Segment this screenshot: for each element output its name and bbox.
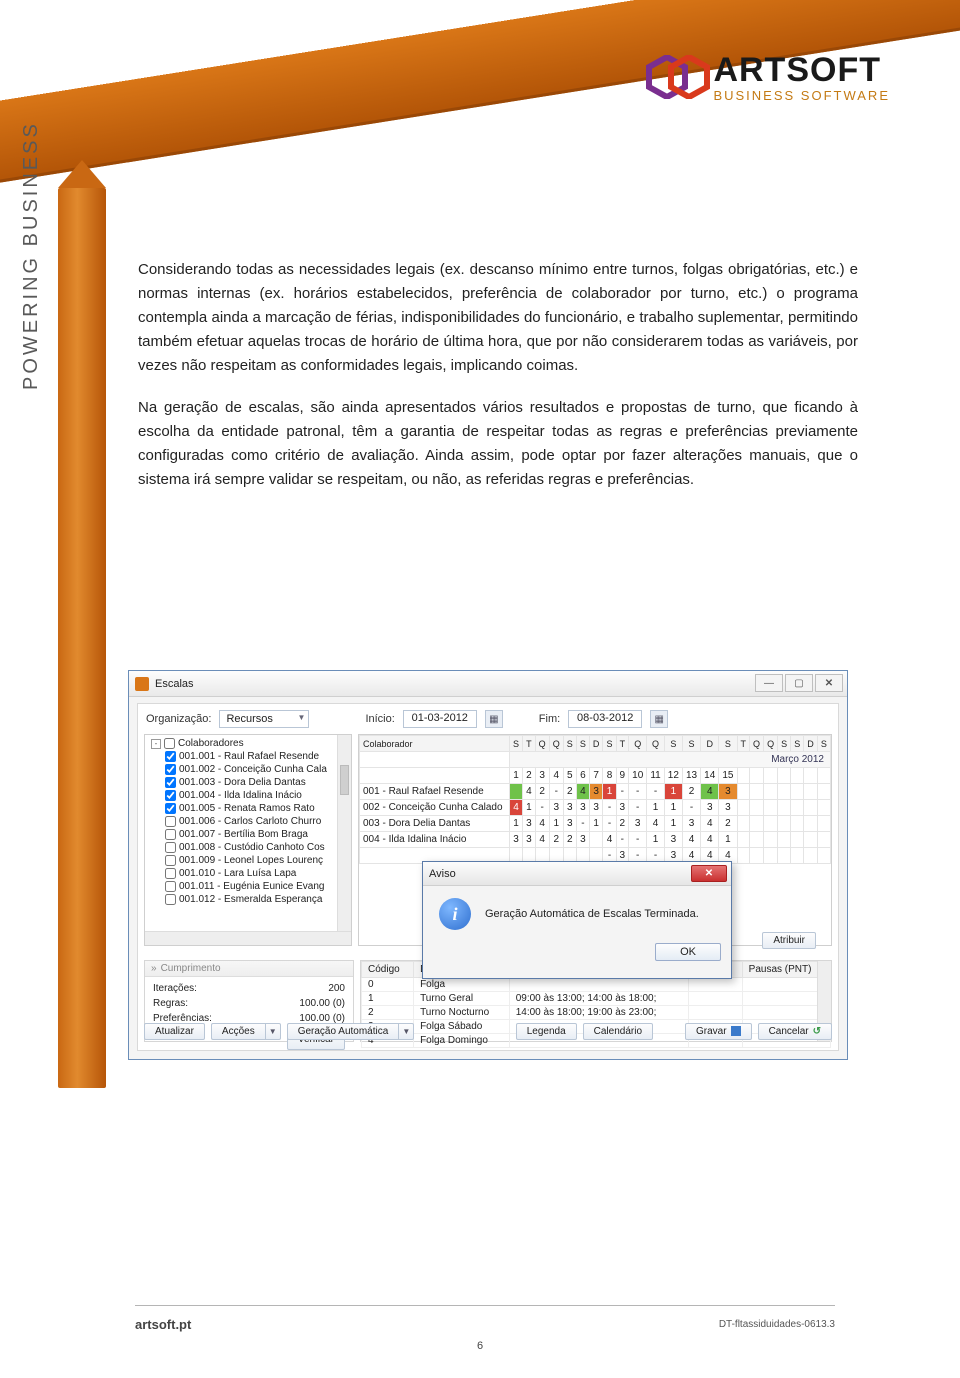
iter-label: Iterações:	[153, 981, 197, 996]
iter-value: 200	[328, 981, 345, 996]
page-footer: artsoft.pt DT-fltassiduidades-0613.3	[135, 1305, 835, 1335]
footer-right: DT-fltassiduidades-0613.3	[719, 1319, 835, 1330]
colaboradores-tree[interactable]: - Colaboradores 001.001 - Raul Rafael Res…	[144, 734, 352, 946]
tree-item-checkbox[interactable]	[165, 842, 176, 853]
chevron-icon[interactable]: »	[151, 963, 157, 974]
cumprimento-title: Cumprimento	[161, 963, 221, 974]
tree-item[interactable]: 001.007 - Bertília Bom Braga	[179, 829, 308, 840]
document-text: Considerando todas as necessidades legai…	[138, 258, 858, 510]
grid-header-days: Colaborador STQQSSDSTQQSSDSTQQSSDS	[360, 736, 831, 752]
logo: ARTSOFT BUSINESS SOFTWARE	[645, 50, 890, 104]
alert-titlebar: Aviso ✕	[423, 862, 731, 886]
inicio-label: Início:	[365, 713, 394, 725]
tree-item-checkbox[interactable]	[165, 803, 176, 814]
atribuir-button[interactable]: Atribuir	[762, 932, 816, 949]
calendario-button[interactable]: Calendário	[583, 1023, 653, 1040]
close-button[interactable]: ✕	[815, 674, 843, 692]
tree-item[interactable]: 001.006 - Carlos Carloto Churro	[179, 816, 321, 827]
page-number: 6	[0, 1340, 960, 1352]
tree-item-checkbox[interactable]	[165, 881, 176, 892]
minimize-button[interactable]: —	[755, 674, 783, 692]
legenda-button[interactable]: Legenda	[516, 1023, 577, 1040]
tree-item[interactable]: 001.012 - Esmeralda Esperança	[179, 894, 322, 905]
tree-item-checkbox[interactable]	[165, 777, 176, 788]
tree-item-checkbox[interactable]	[165, 790, 176, 801]
info-icon: i	[439, 898, 471, 930]
calendar-icon[interactable]: ▦	[485, 710, 503, 728]
tree-item-checkbox[interactable]	[165, 751, 176, 762]
tree-item[interactable]: 001.009 - Leonel Lopes Lourenç	[179, 855, 323, 866]
grid-row[interactable]: 002 - Conceição Cunha Calado41-3333-3-11…	[360, 800, 831, 816]
logo-subtitle: BUSINESS SOFTWARE	[713, 89, 890, 102]
gravar-button[interactable]: Gravar	[685, 1023, 752, 1040]
alert-message: Geração Automática de Escalas Terminada.	[485, 908, 699, 920]
tree-item[interactable]: 001.002 - Conceição Cunha Cala	[179, 764, 327, 775]
undo-icon: ↺	[813, 1026, 821, 1037]
footer-left: artsoft.pt	[135, 1317, 191, 1332]
regras-value: 100.00 (0)	[299, 996, 345, 1011]
paragraph-2: Na geração de escalas, são ainda apresen…	[138, 396, 858, 492]
bottom-toolbar: Atualizar Acções▼ Geração Automática▼ Le…	[144, 1018, 832, 1044]
left-orange-column	[58, 188, 106, 1088]
escalas-window: Escalas — ▢ ✕ Organização: Recursos Iníc…	[128, 670, 848, 1060]
tree-item-checkbox[interactable]	[165, 816, 176, 827]
alert-ok-button[interactable]: OK	[655, 943, 721, 961]
tree-item[interactable]: 001.011 - Eugénia Eunice Evang	[179, 881, 324, 892]
tree-item[interactable]: 001.010 - Lara Luísa Lapa	[179, 868, 296, 879]
alert-close-button[interactable]: ✕	[691, 865, 727, 882]
save-icon	[731, 1026, 741, 1036]
alert-dialog: Aviso ✕ i Geração Automática de Escalas …	[422, 861, 732, 979]
inicio-input[interactable]: 01-03-2012	[403, 710, 477, 728]
grid-row[interactable]: 003 - Dora Delia Dantas13413-1-2341342	[360, 816, 831, 832]
tree-item-checkbox[interactable]	[165, 855, 176, 866]
powering-business-label: POWERING BUSINESS	[20, 121, 43, 390]
table-row: 1Turno Geral09:00 às 13:00; 14:00 às 18:…	[362, 992, 831, 1006]
regras-label: Regras:	[153, 996, 188, 1011]
tree-root-checkbox[interactable]	[164, 738, 175, 749]
tree-root-label: Colaboradores	[178, 738, 244, 749]
logo-name: ARTSOFT	[713, 53, 890, 87]
cancelar-button[interactable]: Cancelar↺	[758, 1023, 832, 1040]
filter-row: Organização: Recursos Início: 01-03-2012…	[138, 704, 838, 734]
accoes-button[interactable]: Acções▼	[211, 1023, 281, 1040]
tree-item-checkbox[interactable]	[165, 764, 176, 775]
logo-icon	[645, 50, 699, 104]
tree-item[interactable]: 001.005 - Renata Ramos Rato	[179, 803, 315, 814]
window-titlebar: Escalas — ▢ ✕	[129, 671, 847, 697]
org-combo[interactable]: Recursos	[219, 710, 309, 728]
window-body: Organização: Recursos Início: 01-03-2012…	[137, 703, 839, 1051]
expand-icon[interactable]: -	[151, 739, 161, 749]
org-label: Organização:	[146, 713, 211, 725]
fim-input[interactable]: 08-03-2012	[568, 710, 642, 728]
window-title: Escalas	[155, 678, 194, 690]
calendar-icon[interactable]: ▦	[650, 710, 668, 728]
tree-item[interactable]: 001.001 - Raul Rafael Resende	[179, 751, 319, 762]
tree-item[interactable]: 001.008 - Custódio Canhoto Cos	[179, 842, 325, 853]
window-icon	[135, 677, 149, 691]
tree-item[interactable]: 001.004 - Ilda Idalina Inácio	[179, 790, 302, 801]
table-row: 0Folga	[362, 978, 831, 992]
grid-row[interactable]: 001 - Raul Rafael Resende42-2431---1243	[360, 784, 831, 800]
geracao-button[interactable]: Geração Automática▼	[287, 1023, 415, 1040]
alert-title: Aviso	[429, 868, 456, 880]
fim-label: Fim:	[539, 713, 560, 725]
maximize-button[interactable]: ▢	[785, 674, 813, 692]
header-band	[0, 0, 960, 260]
tree-item-checkbox[interactable]	[165, 894, 176, 905]
colaborador-header: Colaborador	[360, 736, 510, 752]
tree-item-checkbox[interactable]	[165, 868, 176, 879]
tree-item-checkbox[interactable]	[165, 829, 176, 840]
grid-row[interactable]: 004 - Ilda Idalina Inácio3342234--13441	[360, 832, 831, 848]
tree-scrollbar[interactable]	[337, 735, 351, 931]
grid-month: Março 2012	[510, 752, 831, 768]
atualizar-button[interactable]: Atualizar	[144, 1023, 205, 1040]
grid-daynums: 123456789101112131415	[360, 768, 831, 784]
tree-item[interactable]: 001.003 - Dora Delia Dantas	[179, 777, 306, 788]
tree-hscrollbar[interactable]	[145, 931, 351, 945]
paragraph-1: Considerando todas as necessidades legai…	[138, 258, 858, 378]
